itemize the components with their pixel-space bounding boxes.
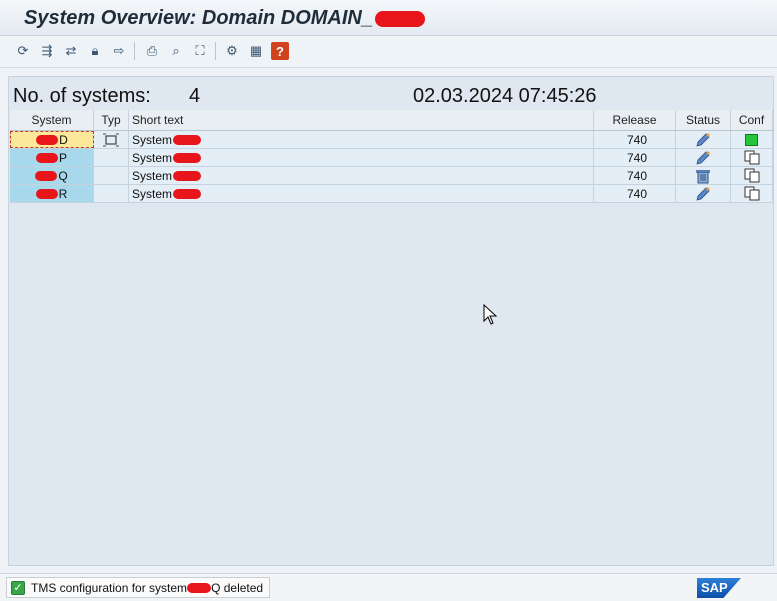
copy-icon[interactable] bbox=[731, 149, 773, 166]
settings-icon[interactable]: ⚙ bbox=[223, 42, 241, 60]
system-cell[interactable]: P bbox=[10, 149, 94, 166]
find-icon[interactable]: ⌕ bbox=[167, 42, 185, 60]
redaction-mark bbox=[35, 188, 58, 199]
toolbar-separator bbox=[134, 42, 135, 60]
virtual-system-icon bbox=[94, 131, 129, 148]
status-message[interactable]: ✓ TMS configuration for system Q deleted bbox=[6, 577, 271, 598]
redaction-mark bbox=[173, 152, 202, 163]
release-cell: 740 bbox=[594, 131, 676, 148]
system-cell[interactable]: Q bbox=[10, 167, 94, 184]
help-icon[interactable]: ? bbox=[271, 42, 289, 60]
lock-icon[interactable]: 🔒︎ bbox=[86, 42, 104, 60]
timestamp: 02.03.2024 07:45:26 bbox=[413, 85, 597, 107]
redaction-mark bbox=[173, 134, 202, 145]
redaction-mark bbox=[187, 582, 212, 593]
toolbar-separator bbox=[215, 42, 216, 60]
column-header-short-text[interactable]: Short text bbox=[129, 110, 594, 130]
green-square-icon[interactable] bbox=[731, 131, 773, 148]
short-text-cell: System bbox=[129, 185, 594, 202]
short-text-cell: System bbox=[129, 131, 594, 148]
column-header-release[interactable]: Release bbox=[594, 110, 676, 130]
title-bar: System Overview: Domain DOMAIN_ bbox=[0, 0, 777, 36]
pencil-icon[interactable] bbox=[676, 185, 731, 202]
mouse-cursor-icon bbox=[483, 304, 498, 325]
type-cell bbox=[94, 185, 129, 202]
release-cell: 740 bbox=[594, 167, 676, 184]
redaction-mark bbox=[173, 188, 202, 199]
select-all-icon[interactable]: ⛶ bbox=[191, 42, 209, 60]
refresh-icon[interactable]: ⟳ bbox=[14, 42, 32, 60]
redaction-mark bbox=[35, 152, 58, 163]
release-cell: 740 bbox=[594, 149, 676, 166]
redaction-mark bbox=[375, 10, 425, 27]
type-cell bbox=[94, 149, 129, 166]
column-header-typ[interactable]: Typ bbox=[94, 110, 129, 130]
short-text-cell: System bbox=[129, 149, 594, 166]
column-header-conf[interactable]: Conf bbox=[731, 110, 773, 130]
table-row[interactable]: D System 740 bbox=[10, 131, 773, 149]
table-header: System Typ Short text Release Status Con… bbox=[10, 110, 773, 131]
release-cell: 740 bbox=[594, 185, 676, 202]
redaction-mark bbox=[35, 170, 58, 181]
window-title: System Overview: Domain DOMAIN_ bbox=[24, 7, 425, 30]
systems-count-value: 4 bbox=[189, 85, 201, 107]
sap-logo: SAP bbox=[697, 578, 741, 598]
table-row[interactable]: Q System 740 bbox=[10, 167, 773, 185]
pencil-icon[interactable] bbox=[676, 149, 731, 166]
systems-count-label: No. of systems: bbox=[13, 85, 151, 107]
pencil-icon[interactable] bbox=[676, 131, 731, 148]
system-cell[interactable]: R bbox=[10, 185, 94, 202]
redaction-mark bbox=[36, 134, 59, 145]
column-header-status[interactable]: Status bbox=[676, 110, 731, 130]
copy-icon[interactable] bbox=[731, 167, 773, 184]
copy-icon[interactable] bbox=[731, 185, 773, 202]
application-toolbar: ⟳ ⇶ ⇄ 🔒︎ ⇨ ⎙ ⌕ ⛶ ⚙ ▦ ? bbox=[0, 36, 777, 68]
type-cell bbox=[94, 167, 129, 184]
check-connection-icon[interactable]: ⇄ bbox=[62, 42, 80, 60]
redaction-mark bbox=[173, 170, 202, 181]
table-row[interactable]: P System 740 bbox=[10, 149, 773, 167]
system-cell[interactable]: D bbox=[10, 131, 94, 148]
column-header-system[interactable]: System bbox=[10, 110, 94, 130]
transport-icon[interactable]: ⇨ bbox=[110, 42, 128, 60]
distribute-config-icon[interactable]: ⇶ bbox=[38, 42, 56, 60]
trash-icon[interactable] bbox=[676, 167, 731, 184]
main-panel: No. of systems: 4 02.03.2024 07:45:26 Sy… bbox=[8, 76, 774, 566]
layout-icon[interactable]: ▦ bbox=[247, 42, 265, 60]
table-row[interactable]: R System 740 bbox=[10, 185, 773, 203]
short-text-cell: System bbox=[129, 167, 594, 184]
print-icon[interactable]: ⎙ bbox=[143, 42, 161, 60]
success-check-icon: ✓ bbox=[11, 580, 25, 595]
status-bar: ✓ TMS configuration for system Q deleted … bbox=[0, 573, 777, 601]
